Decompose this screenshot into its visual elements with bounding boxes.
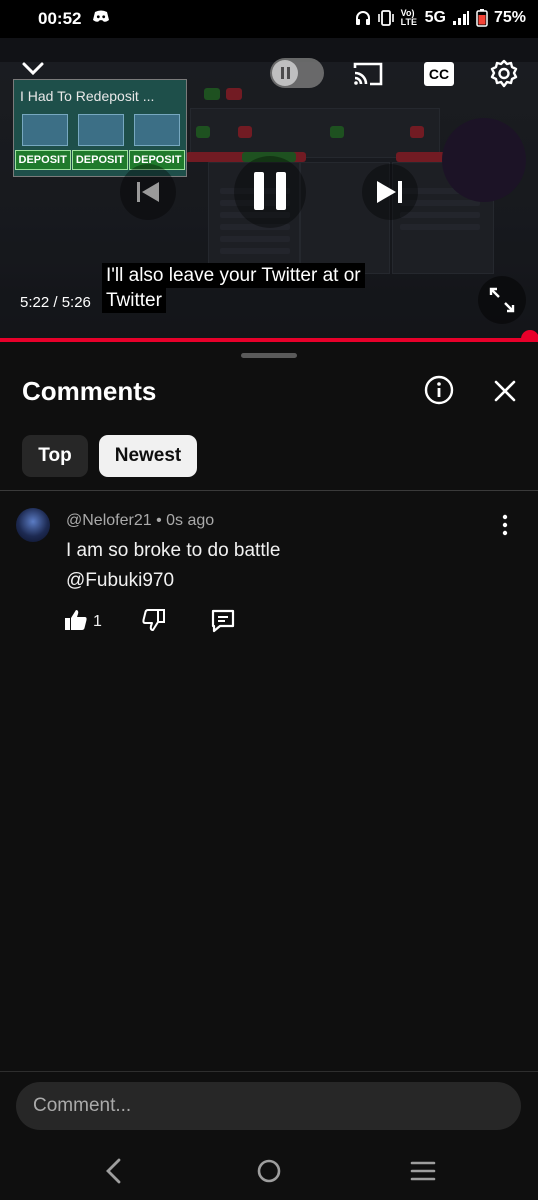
battery-percent: 75% [493, 9, 526, 26]
battery-icon [476, 9, 488, 27]
comment-text: I am so broke to do battle @Fubuki970 [66, 540, 281, 591]
status-icons: Vo) LTE 5G 75% [355, 9, 526, 27]
video-player[interactable]: I Had To Redeposit ... DEPOSIT DEPOSIT D… [0, 38, 538, 342]
caption-line: I'll also leave your Twitter at or [102, 263, 365, 288]
fullscreen-button[interactable] [478, 276, 526, 324]
video-captions: I'll also leave your Twitter at or Twitt… [102, 263, 365, 313]
video-thumbnail: I Had To Redeposit ... DEPOSIT DEPOSIT D… [13, 79, 187, 177]
pause-icon [254, 172, 286, 210]
system-nav-bar [0, 1140, 538, 1200]
next-button[interactable] [362, 164, 418, 220]
discord-icon [93, 10, 109, 22]
thumbs-down-icon[interactable] [142, 608, 166, 632]
caption-line: Twitter [102, 288, 166, 313]
close-icon[interactable] [492, 378, 518, 404]
skip-previous-icon [137, 182, 159, 202]
vibrate-icon [377, 10, 394, 26]
toggle-knob [272, 60, 298, 86]
like-count: 1 [93, 613, 102, 630]
drag-handle[interactable] [241, 353, 297, 358]
recent-apps-icon[interactable] [410, 1160, 436, 1182]
sheet-title: Comments [22, 376, 157, 406]
chevron-down-icon[interactable] [20, 56, 46, 82]
info-icon[interactable] [424, 375, 454, 405]
more-options-icon[interactable] [496, 514, 514, 536]
captions-button[interactable]: CC [424, 62, 454, 86]
divider [0, 490, 538, 491]
tab-top[interactable]: Top [22, 435, 88, 477]
reply-icon[interactable] [210, 608, 236, 634]
fullscreen-icon [489, 287, 515, 313]
volte-icon: Vo) LTE [400, 8, 417, 27]
thumbnail-badge: DEPOSIT [14, 150, 71, 170]
pause-button[interactable] [234, 156, 306, 228]
thumbnail-art [134, 114, 180, 146]
cast-icon[interactable] [352, 60, 384, 88]
gear-icon[interactable] [488, 58, 520, 90]
comment-meta: @Nelofer21 • 0s ago [66, 512, 215, 529]
network-type: 5G [424, 9, 446, 26]
thumbnail-art [78, 114, 124, 146]
thumbnail-art [22, 114, 68, 146]
thumbnail-title: I Had To Redeposit ... [20, 88, 155, 104]
back-icon[interactable] [102, 1158, 126, 1184]
avatar[interactable] [16, 508, 50, 542]
tab-newest[interactable]: Newest [99, 435, 197, 477]
signal-icon [452, 11, 469, 25]
pause-icon [281, 67, 284, 79]
autoplay-toggle[interactable] [270, 58, 324, 88]
headphones-icon [355, 11, 370, 25]
time-display: 5:22 / 5:26 [20, 294, 91, 311]
comment-input[interactable]: Comment... [16, 1082, 521, 1130]
status-bar: 00:52 Vo) LTE 5G 75% [0, 0, 538, 38]
thumbs-up-icon[interactable] [64, 608, 88, 632]
status-time: 00:52 [38, 9, 82, 28]
divider [0, 1071, 538, 1072]
skip-next-icon [377, 181, 402, 203]
previous-button[interactable] [120, 164, 176, 220]
home-icon[interactable] [257, 1159, 281, 1183]
